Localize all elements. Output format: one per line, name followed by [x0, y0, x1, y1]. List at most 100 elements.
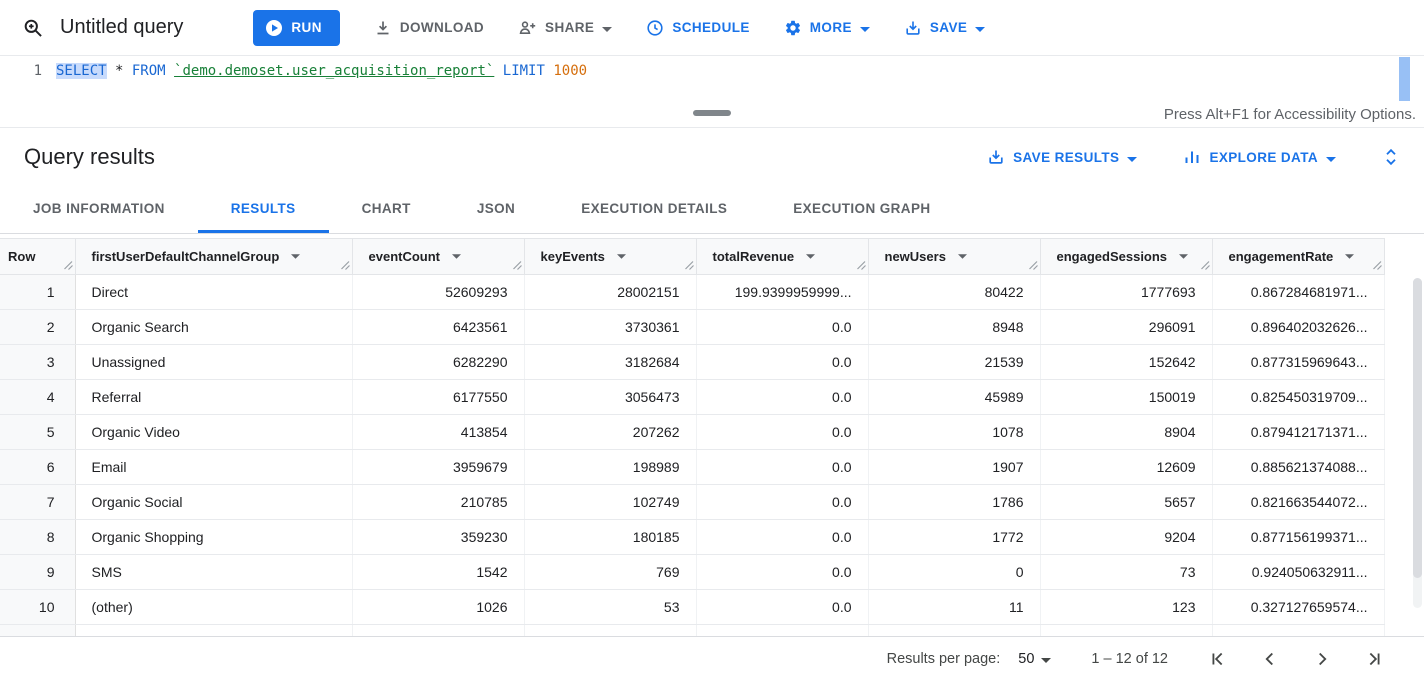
table-scrollbar-thumb[interactable]: [1413, 278, 1422, 578]
tab-json[interactable]: JSON: [444, 186, 548, 233]
data-cell: 3056473: [524, 380, 696, 415]
schedule-button[interactable]: SCHEDULE: [646, 19, 749, 37]
column-menu-icon[interactable]: [291, 254, 300, 259]
tab-execution-graph[interactable]: EXECUTION GRAPH: [760, 186, 963, 233]
page-size-select[interactable]: 50: [1018, 651, 1051, 667]
column-menu-icon[interactable]: [1179, 254, 1188, 259]
column-menu-icon[interactable]: [958, 254, 967, 259]
column-resize-icon[interactable]: [1372, 260, 1382, 270]
column-resize-icon[interactable]: [1200, 260, 1210, 270]
last-page-icon: [1363, 648, 1385, 670]
data-cell: 12609: [1040, 450, 1212, 485]
table-row: 11Paid Social2271040.091.0: [0, 625, 1384, 637]
next-page-button[interactable]: [1296, 648, 1348, 670]
save-icon: [904, 19, 922, 37]
sql-token-table-ref: `demo.demoset.user_acquisition_report`: [174, 63, 494, 79]
sql-token-keyword: LIMIT: [503, 63, 545, 79]
column-menu-icon[interactable]: [806, 254, 815, 259]
column-label: eventCount: [369, 249, 441, 264]
explore-data-button[interactable]: EXPLORE DATA: [1183, 148, 1336, 166]
run-button[interactable]: RUN: [253, 10, 339, 46]
data-cell: Paid Social: [75, 625, 352, 637]
data-cell: 1542: [352, 555, 524, 590]
data-cell: 3730361: [524, 310, 696, 345]
column-menu-icon[interactable]: [617, 254, 626, 259]
page-size-value: 50: [1018, 651, 1034, 667]
column-label: engagementRate: [1229, 249, 1334, 264]
share-button[interactable]: SHARE: [518, 19, 612, 37]
data-cell: 73: [1040, 555, 1212, 590]
expand-results-button[interactable]: [1382, 147, 1400, 167]
data-cell: 152642: [1040, 345, 1212, 380]
sql-token-plain: [494, 63, 502, 79]
column-resize-icon[interactable]: [1028, 260, 1038, 270]
data-cell: 3959679: [352, 450, 524, 485]
download-button[interactable]: DOWNLOAD: [374, 19, 484, 37]
table-scrollbar[interactable]: [1413, 278, 1422, 608]
tab-execution-details[interactable]: EXECUTION DETAILS: [548, 186, 760, 233]
column-resize-icon[interactable]: [684, 260, 694, 270]
tab-chart[interactable]: CHART: [329, 186, 444, 233]
data-cell: SMS: [75, 555, 352, 590]
row-number-cell: 2: [0, 310, 75, 345]
table-row: 3Unassigned628229031826840.0215391526420…: [0, 345, 1384, 380]
sql-editor[interactable]: 1 SELECT * FROM `demo.demoset.user_acqui…: [0, 56, 1424, 104]
table-row: 8Organic Shopping3592301801850.017729204…: [0, 520, 1384, 555]
download-icon: [374, 19, 392, 37]
column-resize-icon[interactable]: [340, 260, 350, 270]
data-cell: 8904: [1040, 415, 1212, 450]
data-cell: 28002151: [524, 275, 696, 310]
column-header-Row[interactable]: Row: [0, 239, 75, 275]
sql-token-plain: [166, 63, 174, 79]
first-page-button[interactable]: [1192, 648, 1244, 670]
column-header-newUsers[interactable]: newUsers: [868, 239, 1040, 275]
gear-icon: [784, 19, 802, 37]
sql-token-number: 1000: [553, 63, 587, 79]
column-header-firstUserDefaultChannelGroup[interactable]: firstUserDefaultChannelGroup: [75, 239, 352, 275]
editor-scrollbar[interactable]: [1399, 57, 1410, 101]
last-page-button[interactable]: [1348, 648, 1400, 670]
data-cell: 150019: [1040, 380, 1212, 415]
data-cell: Organic Social: [75, 485, 352, 520]
clock-icon: [646, 19, 664, 37]
accessibility-hint: Press Alt+F1 for Accessibility Options.: [1164, 106, 1416, 123]
column-menu-icon[interactable]: [452, 254, 461, 259]
column-resize-icon[interactable]: [512, 260, 522, 270]
more-button[interactable]: MORE: [784, 19, 870, 37]
data-cell: 53: [524, 590, 696, 625]
data-cell: 0.0: [696, 450, 868, 485]
results-actions: SAVE RESULTS EXPLORE DATA: [987, 147, 1400, 167]
data-cell: 9: [868, 625, 1040, 637]
column-resize-icon[interactable]: [856, 260, 866, 270]
splitter-handle[interactable]: [693, 110, 731, 116]
data-cell: 0.327127659574...: [1212, 590, 1384, 625]
pagination-range: 1 – 12 of 12: [1091, 651, 1168, 667]
data-cell: 1078: [868, 415, 1040, 450]
column-menu-icon[interactable]: [1345, 254, 1354, 259]
previous-page-button[interactable]: [1244, 648, 1296, 670]
download-label: DOWNLOAD: [400, 20, 484, 35]
save-button[interactable]: SAVE: [904, 19, 985, 37]
data-cell: 0.0: [696, 345, 868, 380]
sql-line[interactable]: SELECT * FROM `demo.demoset.user_acquisi…: [56, 56, 587, 104]
save-results-button[interactable]: SAVE RESULTS: [987, 148, 1137, 166]
chevron-down-icon: [860, 20, 870, 35]
column-header-eventCount[interactable]: eventCount: [352, 239, 524, 275]
data-cell: 0.877315969643...: [1212, 345, 1384, 380]
data-cell: 104: [524, 625, 696, 637]
data-cell: 1.0: [1212, 625, 1384, 637]
column-header-totalRevenue[interactable]: totalRevenue: [696, 239, 868, 275]
tab-results[interactable]: RESULTS: [198, 186, 329, 233]
data-cell: 6177550: [352, 380, 524, 415]
tab-job-information[interactable]: JOB INFORMATION: [0, 186, 198, 233]
column-label: keyEvents: [541, 249, 605, 264]
chevron-down-icon: [1041, 651, 1051, 667]
column-header-engagedSessions[interactable]: engagedSessions: [1040, 239, 1212, 275]
row-number-cell: 7: [0, 485, 75, 520]
column-header-engagementRate[interactable]: engagementRate: [1212, 239, 1384, 275]
query-editor-toolbar: Untitled query RUN DOWNLOAD: [0, 0, 1424, 56]
table-row: 6Email39596791989890.01907126090.8856213…: [0, 450, 1384, 485]
column-header-keyEvents[interactable]: keyEvents: [524, 239, 696, 275]
column-resize-icon[interactable]: [63, 260, 73, 270]
results-title: Query results: [24, 144, 155, 170]
